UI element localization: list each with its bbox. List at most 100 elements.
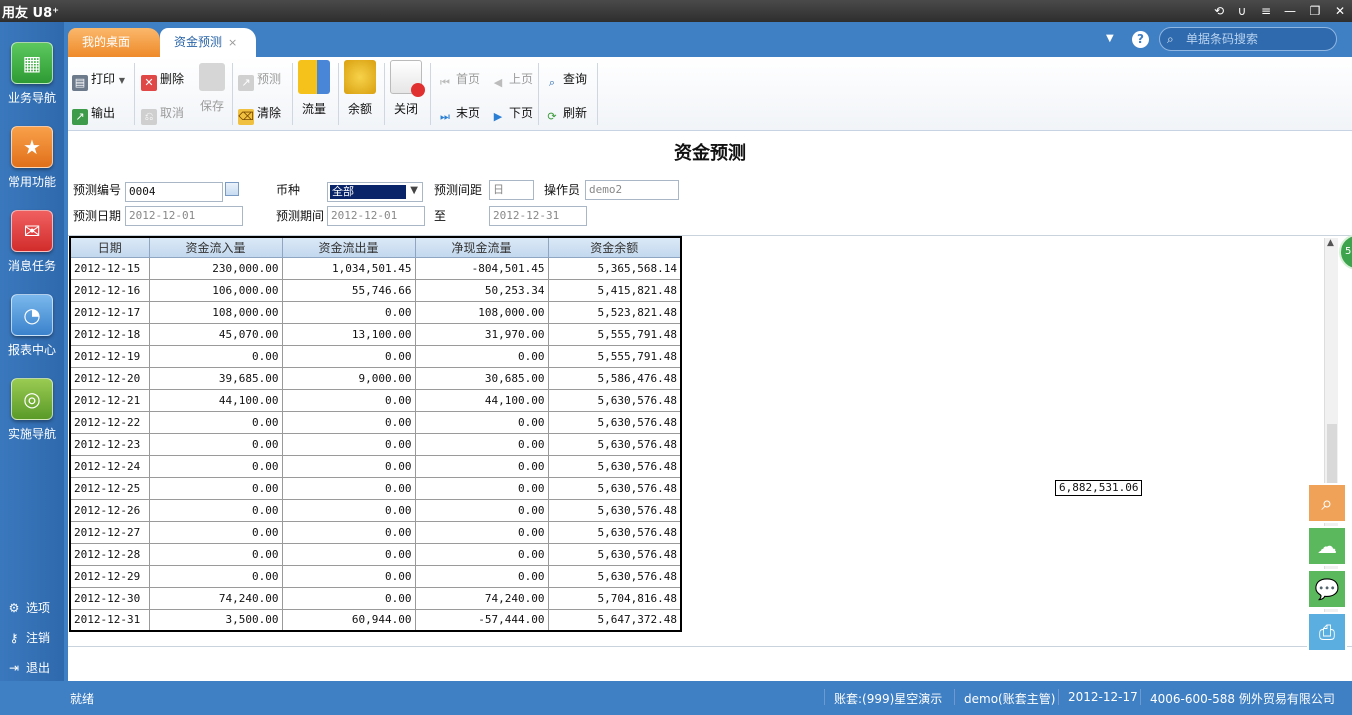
table-row[interactable]: 2012-12-21 44,100.00 0.00 44,100.00 5,630,57… bbox=[69, 388, 682, 412]
cell-date[interactable]: 2012-12-17 bbox=[69, 300, 150, 324]
calendar-icon[interactable] bbox=[225, 182, 239, 196]
tab-cash-forecast[interactable]: 资金预测 × bbox=[160, 28, 256, 57]
cell-balance[interactable]: 5,630,576.48 bbox=[547, 542, 682, 566]
cell-balance[interactable]: 5,415,821.48 bbox=[547, 278, 682, 302]
period-from-field[interactable]: 2012-12-01 bbox=[327, 206, 425, 226]
table-row[interactable]: 2012-12-20 39,685.00 9,000.00 30,685.00 5,58… bbox=[69, 366, 682, 390]
table-row[interactable]: 2012-12-19 0.00 0.00 0.00 5,555,791.48 bbox=[69, 344, 682, 368]
cell-inflow[interactable]: 0.00 bbox=[148, 454, 283, 478]
cell-date[interactable]: 2012-12-22 bbox=[69, 410, 150, 434]
cell-date[interactable]: 2012-12-28 bbox=[69, 542, 150, 566]
nav-reports[interactable]: ◔ 报表中心 bbox=[4, 294, 60, 374]
u-icon[interactable]: ∪ bbox=[1232, 2, 1252, 20]
header-balance[interactable]: 资金余额 bbox=[547, 236, 682, 258]
header-date[interactable]: 日期 bbox=[69, 236, 150, 258]
logout-button[interactable]: ⚷ 注销 bbox=[6, 629, 50, 647]
save-button[interactable]: 保存 bbox=[190, 60, 234, 126]
table-row[interactable]: 2012-12-22 0.00 0.00 0.00 5,630,576.48 bbox=[69, 410, 682, 434]
cell-net-flow[interactable]: -57,444.00 bbox=[414, 608, 549, 632]
cell-inflow[interactable]: 0.00 bbox=[148, 520, 283, 544]
last-page-button[interactable]: ⏭ 末页 bbox=[437, 102, 480, 124]
nav-messages[interactable]: ✉ 消息任务 bbox=[4, 210, 60, 290]
menu-icon[interactable]: ≡ bbox=[1256, 2, 1276, 20]
cell-balance[interactable]: 5,630,576.48 bbox=[547, 498, 682, 522]
cell-date[interactable]: 2012-12-23 bbox=[69, 432, 150, 456]
table-row[interactable]: 2012-12-16 106,000.00 55,746.66 50,253.34 5,… bbox=[69, 278, 682, 302]
cell-balance[interactable]: 5,630,576.48 bbox=[547, 410, 682, 434]
cell-net-flow[interactable]: 0.00 bbox=[414, 344, 549, 368]
cell-inflow[interactable]: 44,100.00 bbox=[148, 388, 283, 412]
table-row[interactable]: 2012-12-28 0.00 0.00 0.00 5,630,576.48 bbox=[69, 542, 682, 566]
cell-date[interactable]: 2012-12-30 bbox=[69, 586, 150, 610]
first-page-button[interactable]: ⏮ 首页 bbox=[437, 68, 480, 90]
cell-net-flow[interactable]: 0.00 bbox=[414, 542, 549, 566]
forecast-no-field[interactable]: 0004 bbox=[125, 182, 223, 202]
cell-inflow[interactable]: 0.00 bbox=[148, 542, 283, 566]
cell-inflow[interactable]: 230,000.00 bbox=[148, 256, 283, 280]
print-button[interactable]: ▤ 打印 ▼ bbox=[72, 68, 125, 91]
cell-net-flow[interactable]: 30,685.00 bbox=[414, 366, 549, 390]
cancel-button[interactable]: ⎌ 取消 bbox=[141, 102, 184, 125]
table-row[interactable]: 2012-12-26 0.00 0.00 0.00 5,630,576.48 bbox=[69, 498, 682, 522]
cell-balance[interactable]: 5,555,791.48 bbox=[547, 322, 682, 346]
cell-balance[interactable]: 5,630,576.48 bbox=[547, 476, 682, 500]
cell-balance[interactable]: 5,365,568.14 bbox=[547, 256, 682, 280]
table-row[interactable]: 2012-12-24 0.00 0.00 0.00 5,630,576.48 bbox=[69, 454, 682, 478]
nav-implementation[interactable]: ◎ 实施导航 bbox=[4, 378, 60, 458]
exit-button[interactable]: ⇥ 退出 bbox=[6, 659, 50, 677]
delete-button[interactable]: ✕ 删除 bbox=[141, 68, 184, 91]
minimize-icon[interactable]: — bbox=[1280, 2, 1300, 20]
cell-net-flow[interactable]: 0.00 bbox=[414, 564, 549, 588]
header-outflow[interactable]: 资金流出量 bbox=[281, 236, 416, 258]
cell-inflow[interactable]: 0.00 bbox=[148, 498, 283, 522]
cell-outflow[interactable]: 0.00 bbox=[281, 542, 416, 566]
cell-balance[interactable]: 5,630,576.48 bbox=[547, 388, 682, 412]
balance-button[interactable]: 余额 bbox=[338, 60, 382, 126]
nav-business[interactable]: ▦ 业务导航 bbox=[4, 42, 60, 122]
interval-field[interactable]: 日 bbox=[489, 180, 534, 200]
inbox-icon[interactable]: ⎙ bbox=[1307, 612, 1347, 652]
cell-balance[interactable]: 5,586,476.48 bbox=[547, 366, 682, 390]
cell-inflow[interactable]: 108,000.00 bbox=[148, 300, 283, 324]
cell-outflow[interactable]: 0.00 bbox=[281, 300, 416, 324]
cell-outflow[interactable]: 55,746.66 bbox=[281, 278, 416, 302]
cell-inflow[interactable]: 0.00 bbox=[148, 476, 283, 500]
cell-inflow[interactable]: 0.00 bbox=[148, 564, 283, 588]
dropdown-icon[interactable]: ▼ bbox=[1106, 27, 1114, 51]
cell-outflow[interactable]: 0.00 bbox=[281, 410, 416, 434]
table-row[interactable]: 2012-12-18 45,070.00 13,100.00 31,970.00 5,5… bbox=[69, 322, 682, 346]
scroll-up-icon[interactable]: ▲ bbox=[1327, 238, 1334, 248]
cell-date[interactable]: 2012-12-20 bbox=[69, 366, 150, 390]
header-inflow[interactable]: 资金流入量 bbox=[148, 236, 283, 258]
forecast-button[interactable]: ↗ 预测 bbox=[238, 68, 281, 91]
cell-balance[interactable]: 5,647,372.48 bbox=[547, 608, 682, 632]
cell-outflow[interactable]: 0.00 bbox=[281, 454, 416, 478]
table-row[interactable]: 2012-12-29 0.00 0.00 0.00 5,630,576.48 bbox=[69, 564, 682, 588]
header-net-flow[interactable]: 净现金流量 bbox=[414, 236, 549, 258]
cell-outflow[interactable]: 1,034,501.45 bbox=[281, 256, 416, 280]
table-row[interactable]: 2012-12-25 0.00 0.00 0.00 5,630,576.48 bbox=[69, 476, 682, 500]
cell-outflow[interactable]: 0.00 bbox=[281, 476, 416, 500]
prev-page-button[interactable]: ◀ 上页 bbox=[490, 68, 533, 90]
cell-net-flow[interactable]: 0.00 bbox=[414, 476, 549, 500]
search-icon[interactable]: ⌕ bbox=[1307, 483, 1347, 523]
restore-icon[interactable]: ❐ bbox=[1305, 2, 1325, 20]
export-button[interactable]: ↗ 输出 bbox=[72, 102, 115, 125]
cell-date[interactable]: 2012-12-21 bbox=[69, 388, 150, 412]
cell-outflow[interactable]: 0.00 bbox=[281, 388, 416, 412]
cell-date[interactable]: 2012-12-24 bbox=[69, 454, 150, 478]
barcode-search-input[interactable]: ⌕ 单据条码搜索 bbox=[1159, 27, 1337, 51]
cell-outflow[interactable]: 0.00 bbox=[281, 520, 416, 544]
cell-inflow[interactable]: 0.00 bbox=[148, 344, 283, 368]
cell-date[interactable]: 2012-12-29 bbox=[69, 564, 150, 588]
cell-date[interactable]: 2012-12-25 bbox=[69, 476, 150, 500]
cell-balance[interactable]: 5,555,791.48 bbox=[547, 344, 682, 368]
options-button[interactable]: ⚙ 选项 bbox=[6, 599, 50, 617]
table-row[interactable]: 2012-12-31 3,500.00 60,944.00 -57,444.00 5,6… bbox=[69, 608, 682, 632]
cell-balance[interactable]: 5,704,816.48 bbox=[547, 586, 682, 610]
cell-net-flow[interactable]: 0.00 bbox=[414, 454, 549, 478]
cell-net-flow[interactable]: -804,501.45 bbox=[414, 256, 549, 280]
chat-icon[interactable]: 💬 bbox=[1307, 569, 1347, 609]
cell-inflow[interactable]: 3,500.00 bbox=[148, 608, 283, 632]
cell-date[interactable]: 2012-12-31 bbox=[69, 608, 150, 632]
